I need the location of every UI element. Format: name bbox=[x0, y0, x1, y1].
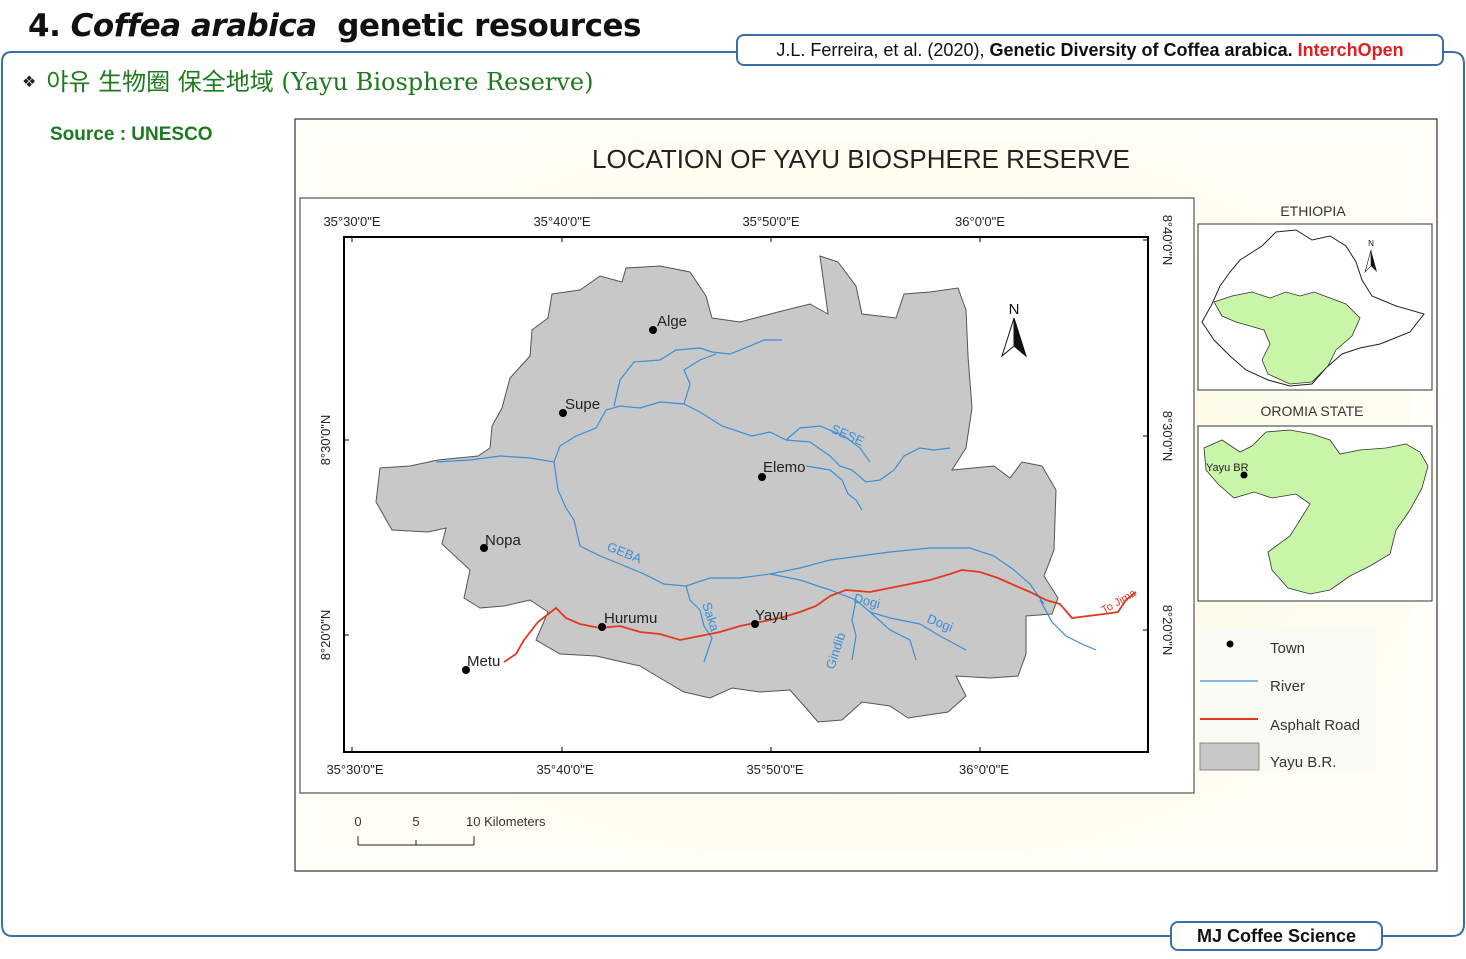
inset-ethiopia-title: ETHIOPIA bbox=[1280, 203, 1346, 219]
scale-tick-label: 5 bbox=[412, 814, 419, 829]
town-label-elemo: Elemo bbox=[763, 459, 806, 476]
lon-label-top: 36°0'0"E bbox=[955, 214, 1005, 229]
legend-reserve-label: Yayu B.R. bbox=[1270, 754, 1336, 771]
lat-label-right: 8°20'0"N bbox=[1160, 605, 1175, 656]
legend-town-icon bbox=[1226, 640, 1234, 648]
town-label-metu: Metu bbox=[467, 653, 500, 670]
legend-town-label: Town bbox=[1270, 640, 1305, 657]
lat-label-left: 8°20'0"N bbox=[318, 610, 333, 661]
scale-tick-label: 0 bbox=[354, 814, 361, 829]
svg-text:N: N bbox=[1009, 301, 1020, 318]
scale-tick-label: 10 Kilometers bbox=[466, 814, 546, 829]
lon-label-bottom: 36°0'0"E bbox=[959, 762, 1009, 777]
map-figure: LOCATION OF YAYU BIOSPHERE RESERVE 35°30… bbox=[294, 118, 1438, 872]
lon-label-top: 35°50'0"E bbox=[742, 214, 799, 229]
town-label-alge: Alge bbox=[657, 313, 687, 330]
town-label-yayu: Yayu bbox=[755, 607, 788, 624]
inset-oromia-title: OROMIA STATE bbox=[1261, 403, 1364, 419]
lon-label-top: 35°30'0"E bbox=[323, 214, 380, 229]
town-label-hurumu: Hurumu bbox=[604, 610, 657, 627]
legend-reserve-icon bbox=[1199, 742, 1260, 771]
legend-river-label: River bbox=[1270, 678, 1305, 695]
lon-label-bottom: 35°30'0"E bbox=[326, 762, 383, 777]
lat-label-right: 8°40'0"N bbox=[1160, 215, 1175, 266]
lat-label-left: 8°30'0"N bbox=[318, 415, 333, 466]
legend-road-label: Asphalt Road bbox=[1270, 717, 1360, 734]
map-title: LOCATION OF YAYU BIOSPHERE RESERVE bbox=[592, 144, 1130, 174]
town-marker bbox=[649, 326, 657, 334]
inset-yayu-label: Yayu BR bbox=[1206, 462, 1249, 474]
lon-label-bottom: 35°50'0"E bbox=[746, 762, 803, 777]
lon-label-bottom: 35°40'0"E bbox=[536, 762, 593, 777]
town-label-nopa: Nopa bbox=[485, 532, 522, 549]
town-label-supe: Supe bbox=[565, 396, 600, 413]
svg-text:N: N bbox=[1368, 239, 1374, 248]
lon-label-top: 35°40'0"E bbox=[533, 214, 590, 229]
lat-label-right: 8°30'0"N bbox=[1160, 411, 1175, 462]
